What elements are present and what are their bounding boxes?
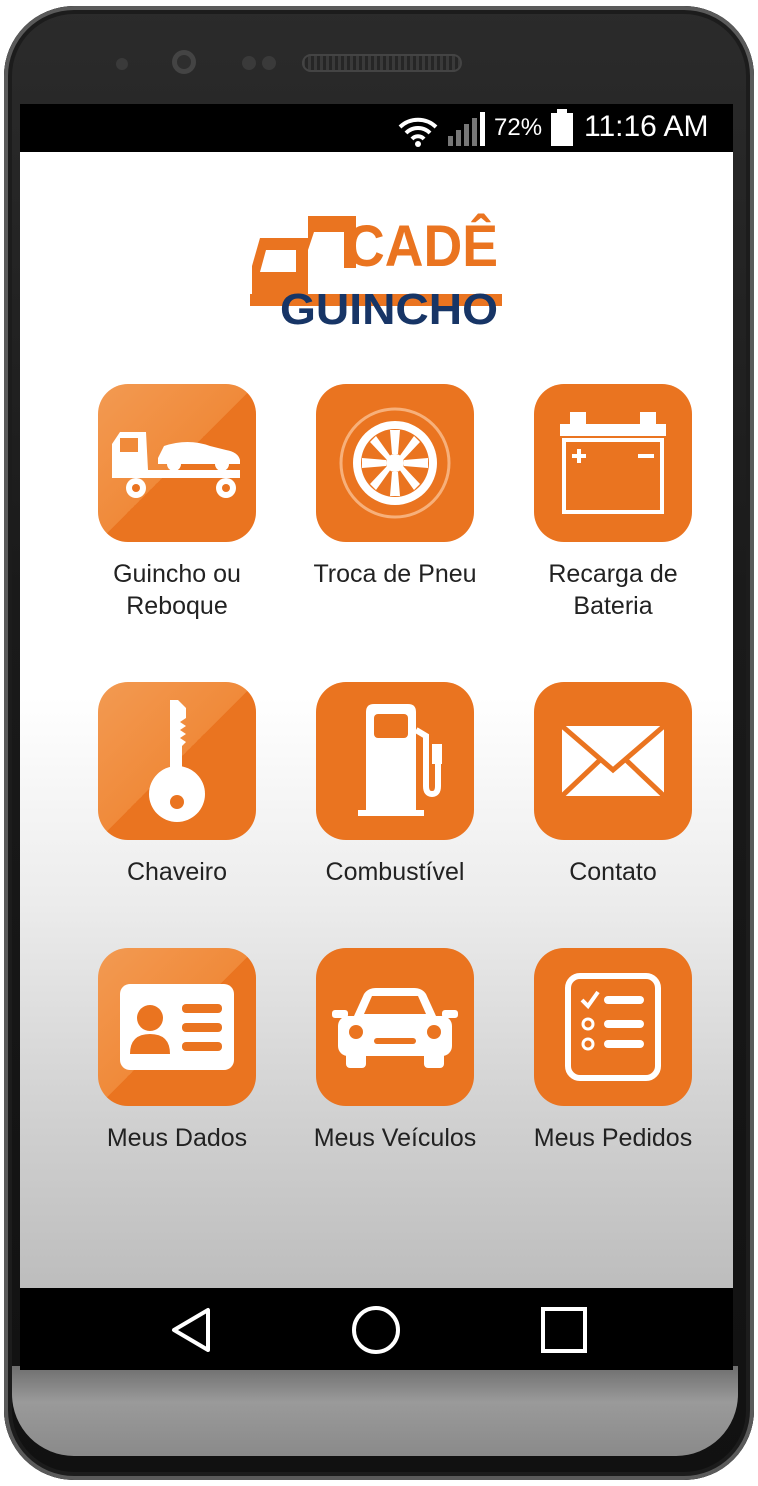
menu-item-label: Contato — [569, 858, 657, 886]
menu-item-my-vehicles[interactable]: Meus Veículos — [286, 948, 504, 1154]
front-camera — [172, 50, 196, 74]
menu-item-label: Meus Dados — [106, 1124, 248, 1152]
tow-truck-icon — [98, 384, 256, 542]
menu-item-label: Guincho ou Reboque — [113, 560, 241, 620]
menu-item-label: Chaveiro — [126, 858, 228, 886]
proximity-sensor — [116, 58, 128, 70]
tire-icon — [316, 384, 474, 542]
light-sensor-left — [242, 56, 256, 70]
menu-item-fuel[interactable]: Combustível — [286, 682, 504, 888]
screen: 72% 11:16 AM CADÊ GUINCHO Guincho ou Reb… — [20, 104, 733, 1370]
battery-percent: 72% — [494, 114, 543, 141]
app-logo: CADÊ GUINCHO — [246, 198, 506, 338]
phone-chin — [12, 1366, 738, 1456]
menu-item-tow[interactable]: Guincho ou Reboque — [68, 384, 286, 622]
main-content: CADÊ GUINCHO Guincho ou Reboque Troca de… — [20, 152, 733, 1288]
menu-item-battery[interactable]: Recarga de Bateria — [504, 384, 722, 622]
home-icon[interactable] — [346, 1300, 406, 1360]
menu-item-label: Meus Pedidos — [533, 1124, 693, 1152]
menu-item-my-data[interactable]: Meus Dados — [68, 948, 286, 1154]
back-icon[interactable] — [162, 1300, 222, 1360]
menu-item-label: Meus Veículos — [313, 1124, 477, 1152]
menu-item-label: Recarga de Bateria — [548, 560, 678, 620]
battery-icon — [550, 108, 574, 153]
checklist-icon — [534, 948, 692, 1106]
id-card-icon — [98, 948, 256, 1106]
fuel-pump-icon — [316, 682, 474, 840]
signal-icon — [446, 110, 488, 153]
key-icon — [98, 682, 256, 840]
battery-charge-icon — [534, 384, 692, 542]
light-sensor-right — [262, 56, 276, 70]
logo-line2: GUINCHO — [280, 285, 498, 334]
menu-item-tire[interactable]: Troca de Pneu — [286, 384, 504, 590]
envelope-icon — [534, 682, 692, 840]
navigation-bar — [20, 1288, 733, 1370]
wifi-icon — [396, 114, 440, 153]
car-icon — [316, 948, 474, 1106]
logo-line1: CADÊ — [346, 214, 498, 279]
recents-icon[interactable] — [534, 1300, 594, 1360]
menu-item-label: Troca de Pneu — [313, 560, 477, 588]
menu-item-contact[interactable]: Contato — [504, 682, 722, 888]
status-bar: 72% 11:16 AM — [20, 104, 733, 152]
earpiece-speaker — [302, 54, 462, 72]
clock: 11:16 AM — [584, 110, 709, 143]
menu-item-locksmith[interactable]: Chaveiro — [68, 682, 286, 888]
menu-item-my-orders[interactable]: Meus Pedidos — [504, 948, 722, 1154]
menu-item-label: Combustível — [325, 858, 465, 886]
